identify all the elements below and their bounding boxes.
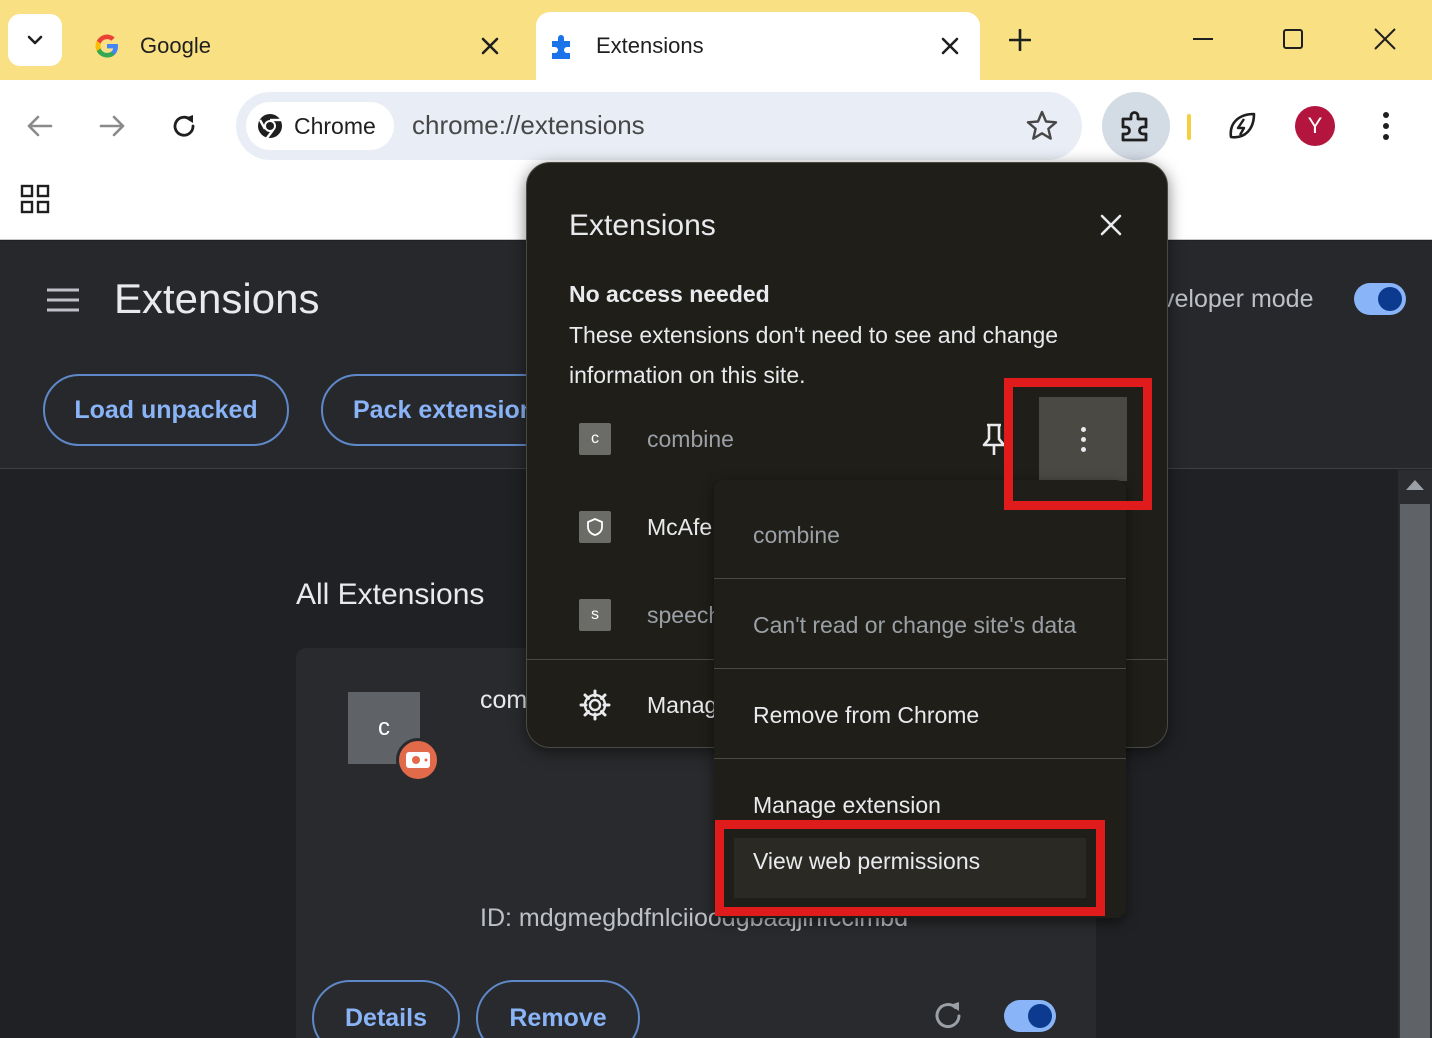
menu-divider: [714, 578, 1126, 579]
back-button[interactable]: [16, 102, 64, 150]
highlight-box-view-permissions: [715, 820, 1105, 916]
tab-google[interactable]: Google: [80, 12, 520, 80]
tab-extensions[interactable]: Extensions: [536, 12, 980, 80]
developer-mode-toggle[interactable]: [1354, 283, 1406, 315]
maximize-icon: [1283, 29, 1303, 49]
reload-button[interactable]: [160, 102, 208, 150]
reload-icon: [173, 115, 195, 137]
more-vert-icon: [1383, 112, 1389, 140]
menu-site-access-status: Can't read or change site's data: [753, 612, 1077, 638]
close-tab-icon[interactable]: [470, 26, 510, 66]
tab-search-button[interactable]: [8, 14, 62, 66]
leaf-bolt-icon: [1229, 112, 1256, 139]
shield-icon: [579, 511, 611, 543]
scroll-thumb[interactable]: [1400, 504, 1430, 1038]
puzzle-icon: [548, 31, 578, 61]
bookmark-star-icon[interactable]: [1024, 108, 1060, 144]
extension-icon: c: [579, 423, 611, 455]
record-badge-icon: [396, 738, 440, 782]
developer-mode-label: veloper mode: [1162, 285, 1314, 313]
new-tab-button[interactable]: [1000, 20, 1040, 60]
forward-button[interactable]: [88, 102, 136, 150]
manage-extensions-label: Manag: [647, 691, 718, 718]
maximize-button[interactable]: [1270, 16, 1316, 62]
chevron-down-icon: [27, 35, 43, 45]
hamburger-menu-icon[interactable]: [46, 287, 80, 313]
tab-title: Google: [140, 33, 211, 58]
popup-extension-row[interactable]: McAfe: [579, 507, 712, 547]
extensions-menu-button[interactable]: [1102, 92, 1170, 160]
toolbar: Chrome chrome://extensions Y: [0, 80, 1432, 172]
reload-extension-icon[interactable]: [930, 998, 966, 1034]
chip-label: Chrome: [294, 112, 376, 139]
popup-extension-row[interactable]: s speech: [579, 595, 721, 635]
puzzle-icon: [1121, 111, 1148, 142]
toolbar-divider: [1187, 114, 1191, 140]
close-tab-icon[interactable]: [930, 26, 970, 66]
extension-icon: s: [579, 599, 611, 631]
extension-enable-toggle[interactable]: [1004, 1000, 1056, 1032]
extension-name: McAfe: [647, 513, 713, 540]
scroll-up-arrow-icon[interactable]: [1406, 480, 1424, 490]
extension-name: speech: [647, 601, 722, 628]
minimize-button[interactable]: [1180, 16, 1226, 62]
load-unpacked-button[interactable]: Load unpacked: [43, 374, 289, 446]
tab-title: Extensions: [596, 33, 704, 58]
apps-grid-icon[interactable]: [20, 184, 50, 214]
details-button[interactable]: Details: [312, 980, 460, 1038]
extension-name: com: [480, 686, 528, 714]
tab-strip: Google Extensions: [0, 0, 1432, 80]
performance-button[interactable]: [1218, 102, 1266, 150]
gear-icon: [579, 689, 611, 721]
menu-divider: [714, 758, 1126, 759]
address-bar[interactable]: Chrome chrome://extensions: [236, 92, 1082, 160]
browser-menu-button[interactable]: [1362, 102, 1410, 150]
page-title: Extensions: [114, 275, 320, 322]
manage-extensions-row[interactable]: Manag: [579, 685, 717, 725]
close-window-button[interactable]: [1362, 16, 1408, 62]
forward-arrow-icon: [99, 115, 125, 137]
toggle-knob: [1028, 1004, 1052, 1028]
page-scrollbar[interactable]: [1398, 470, 1432, 1038]
google-icon: [92, 31, 122, 61]
all-extensions-heading: All Extensions: [296, 578, 485, 611]
access-section-heading: No access needed: [569, 281, 770, 307]
remove-from-chrome-item[interactable]: Remove from Chrome: [753, 702, 979, 729]
site-info-chip[interactable]: Chrome: [246, 102, 394, 150]
back-arrow-icon: [27, 115, 53, 137]
menu-header-extension-name: combine: [753, 522, 840, 548]
plus-icon: [1009, 29, 1031, 51]
popup-extension-row[interactable]: c combine: [579, 419, 734, 459]
remove-button[interactable]: Remove: [476, 980, 640, 1038]
manage-extension-item[interactable]: Manage extension: [753, 792, 941, 819]
chrome-icon: [258, 114, 282, 139]
popup-title: Extensions: [569, 209, 716, 242]
close-icon[interactable]: [1093, 207, 1129, 243]
url-text[interactable]: chrome://extensions: [412, 110, 645, 141]
toggle-knob: [1378, 287, 1402, 311]
profile-avatar[interactable]: Y: [1295, 106, 1335, 146]
menu-divider: [714, 668, 1126, 669]
minimize-icon: [1193, 38, 1213, 40]
close-icon: [1374, 28, 1396, 50]
highlight-box-more-options: [1004, 378, 1152, 510]
extension-name: combine: [647, 425, 734, 452]
